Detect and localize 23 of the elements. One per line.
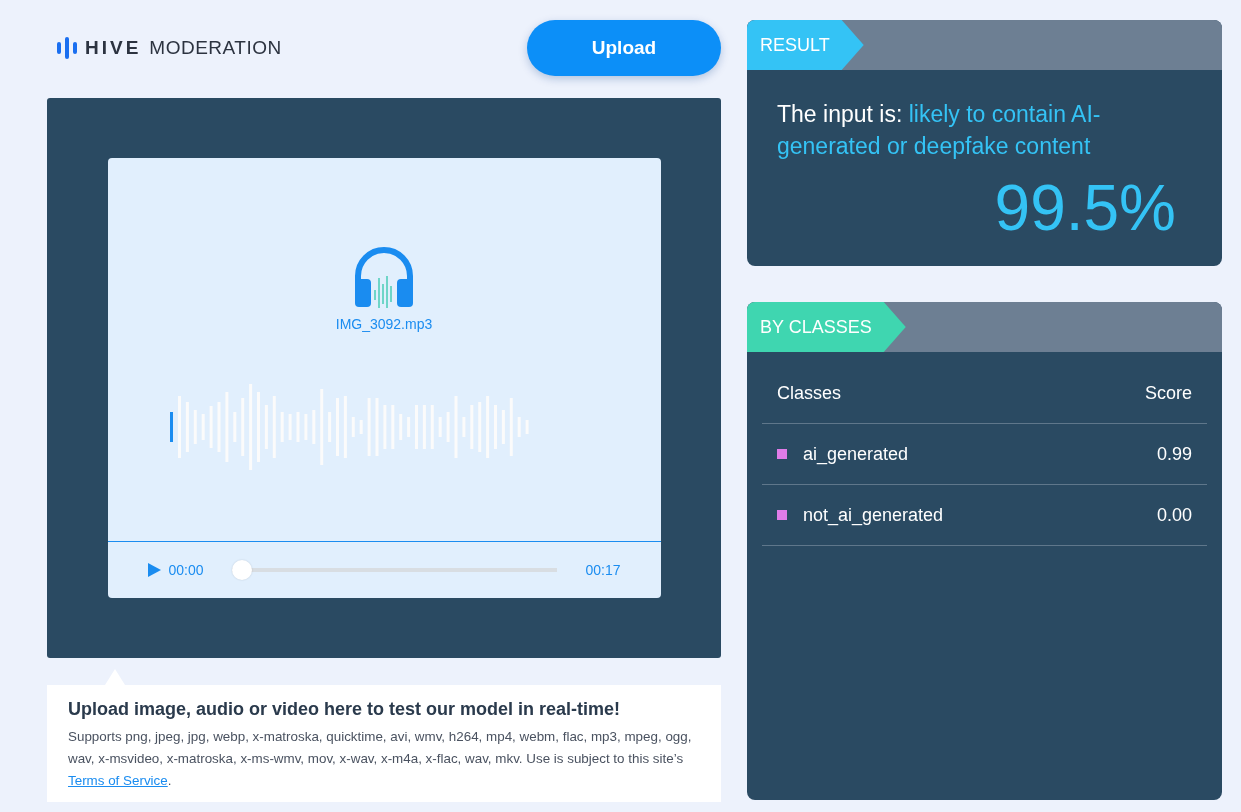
class-name: not_ai_generated bbox=[803, 504, 945, 526]
play-button[interactable] bbox=[147, 563, 161, 577]
info-title: Upload image, audio or video here to test our model in real-time! bbox=[68, 699, 622, 720]
classes-tag: BY CLASSES bbox=[747, 302, 906, 352]
column-header: Score bbox=[1144, 383, 1192, 404]
file-name: IMG_3092.mp3 bbox=[335, 316, 433, 332]
logo-icon bbox=[57, 37, 77, 59]
class-name: ai_generated bbox=[803, 443, 910, 465]
logo-product: MODERATION bbox=[149, 37, 282, 59]
duration: 00:17 bbox=[585, 562, 621, 578]
current-time: 00:00 bbox=[168, 562, 204, 578]
result-score: 99.5% bbox=[993, 176, 1177, 240]
class-score: 0.99 bbox=[1156, 443, 1192, 465]
column-header: Classes bbox=[777, 383, 843, 404]
terms-link[interactable]: Terms of Service bbox=[68, 773, 168, 788]
logo-brand: HIVE bbox=[85, 37, 142, 59]
headphones-icon bbox=[354, 246, 414, 308]
result-sentence: The input is: likely to contain AI-generated or deepfake content bbox=[777, 100, 1102, 161]
result-tag: RESULT bbox=[747, 20, 864, 70]
upload-button[interactable]: Upload bbox=[527, 20, 721, 76]
class-score: 0.00 bbox=[1156, 504, 1192, 526]
info-text: Supports png, jpeg, jpg, webp, x-matroska, quicktime, avi, wmv, h264, mp4, webm, flac, mp3, mpeg, ogg, wav, x-msvideo, x-matroska, x-ms-wmv, mov, x-wav, x-m4a, x-flac, wav, mkv. Use is subject to this site’s Terms of Service. bbox=[68, 728, 693, 790]
progress-thumb[interactable] bbox=[231, 560, 252, 580]
